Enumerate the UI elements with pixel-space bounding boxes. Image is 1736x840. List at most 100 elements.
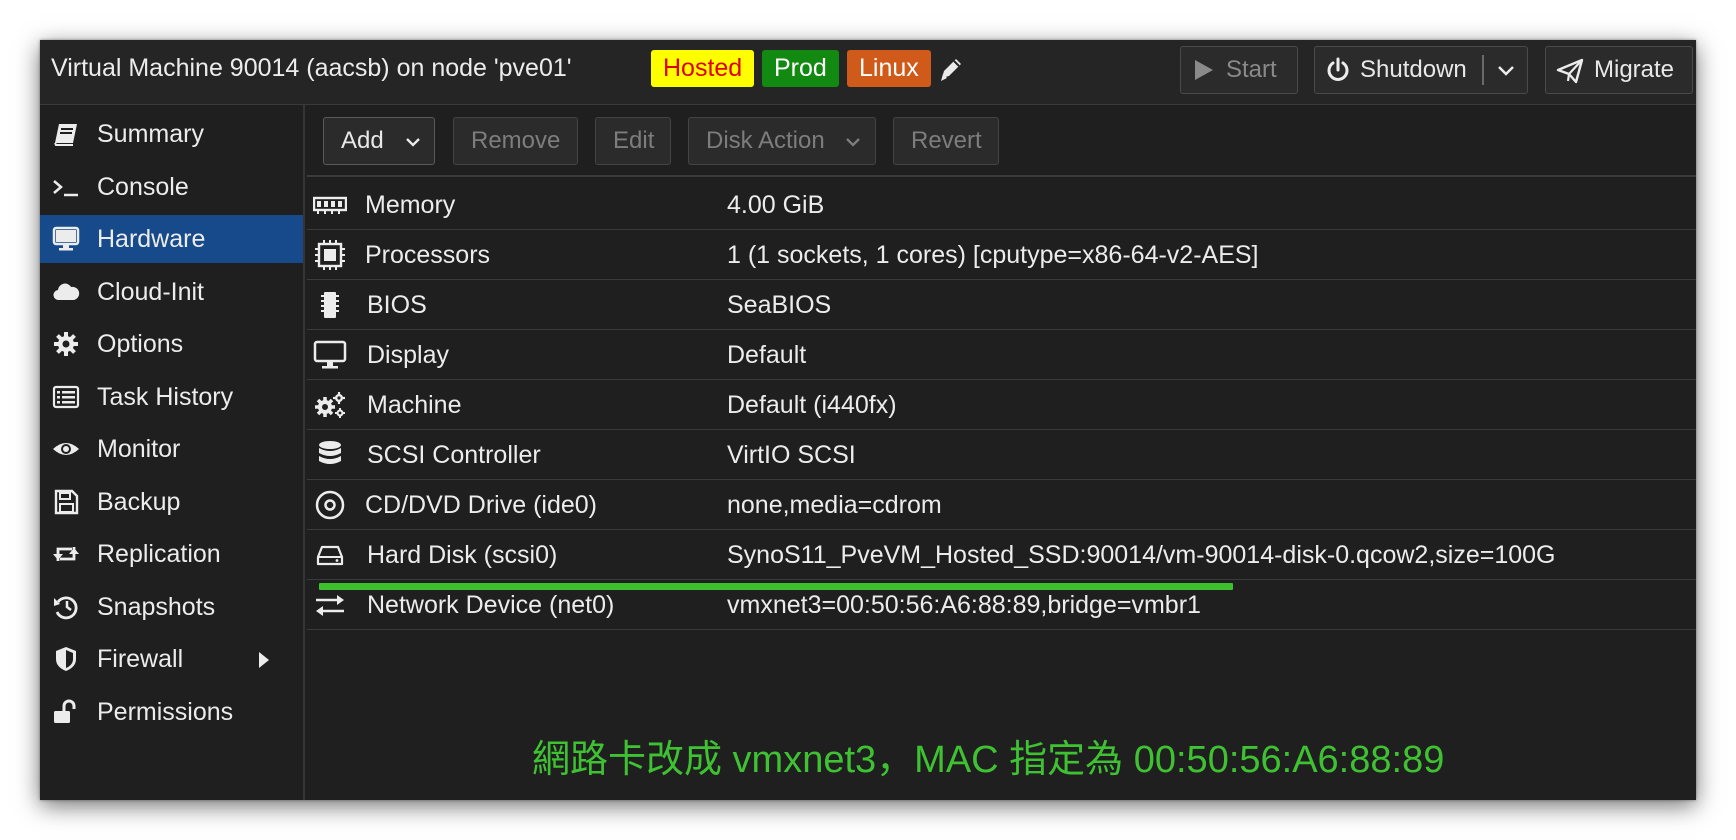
- hardware-value: Default (i440fx): [727, 391, 897, 419]
- sidebar-item-hardware[interactable]: Hardware: [40, 215, 303, 263]
- page-title: Virtual Machine 90014 (aacsb) on node 'p…: [51, 54, 572, 82]
- hardware-panel: Add Remove Edit Disk Action Revert Memor…: [307, 105, 1696, 800]
- cloud-icon: [53, 283, 80, 301]
- hardware-value: VirtIO SCSI: [727, 441, 856, 469]
- disk-action-button-label: Disk Action: [706, 127, 825, 154]
- hardware-value: 1 (1 sockets, 1 cores) [cputype=x86-64-v…: [727, 241, 1259, 269]
- sidebar-item-label: Hardware: [97, 225, 206, 253]
- pencil-icon[interactable]: [938, 54, 964, 84]
- table-row[interactable]: Display Default: [307, 330, 1696, 380]
- sidebar-item-label: Snapshots: [97, 593, 216, 621]
- shutdown-button-label: Shutdown: [1360, 56, 1467, 83]
- remove-button[interactable]: Remove: [453, 117, 578, 165]
- sidebar-item-permissions[interactable]: Permissions: [40, 688, 303, 736]
- table-row[interactable]: BIOS SeaBIOS: [307, 280, 1696, 330]
- tag-prod[interactable]: Prod: [762, 50, 839, 87]
- floppy-icon: [54, 489, 79, 515]
- memory-icon: [313, 196, 347, 214]
- sidebar-item-monitor[interactable]: Monitor: [40, 425, 303, 473]
- hardware-name: SCSI Controller: [367, 441, 541, 469]
- sidebar-item-summary[interactable]: Summary: [40, 110, 303, 158]
- hardware-name: Machine: [367, 391, 462, 419]
- paper-plane-icon: [1556, 58, 1584, 84]
- retweet-icon: [53, 547, 79, 561]
- sidebar-item-label: Task History: [97, 383, 234, 411]
- hardware-value: SeaBIOS: [727, 291, 832, 319]
- hdd-icon: [316, 545, 344, 566]
- sidebar-item-console[interactable]: Console: [40, 163, 303, 211]
- annotation-text: 網路卡改成 vmxnet3，MAC 指定為 00:50:56:A6:88:89: [532, 739, 1445, 781]
- book-icon: [54, 124, 77, 146]
- migrate-button-label: Migrate: [1594, 56, 1675, 83]
- list-icon: [52, 385, 80, 409]
- sidebar-item-replication[interactable]: Replication: [40, 530, 303, 578]
- terminal-icon: [53, 180, 78, 197]
- sidebar-item-label: Backup: [97, 488, 181, 516]
- desktop-icon: [313, 340, 347, 369]
- shield-icon: [56, 647, 76, 671]
- table-row[interactable]: Hard Disk (scsi0) SynoS11_PveVM_Hosted_S…: [307, 530, 1696, 580]
- cdrom-icon: [315, 490, 345, 520]
- hardware-value: none,media=cdrom: [727, 491, 942, 519]
- chevron-down-icon[interactable]: [1497, 65, 1515, 77]
- sidebar-item-options[interactable]: Options: [40, 320, 303, 368]
- add-button-label: Add: [341, 127, 384, 154]
- table-row[interactable]: Memory 4.00 GiB: [307, 180, 1696, 230]
- table-row[interactable]: SCSI Controller VirtIO SCSI: [307, 430, 1696, 480]
- revert-button[interactable]: Revert: [893, 117, 999, 165]
- sidebar: Summary Console Hardware Cloud-Init Opti…: [40, 105, 305, 800]
- gear-icon: [54, 332, 78, 356]
- start-button-label: Start: [1226, 56, 1277, 83]
- sidebar-item-label: Monitor: [97, 435, 181, 463]
- add-button[interactable]: Add: [323, 117, 435, 165]
- microchip-icon: [321, 292, 339, 318]
- edit-button-label: Edit: [613, 127, 655, 154]
- vm-window: Virtual Machine 90014 (aacsb) on node 'p…: [40, 40, 1696, 800]
- power-icon: [1327, 57, 1349, 81]
- edit-button[interactable]: Edit: [595, 117, 671, 165]
- sidebar-item-backup[interactable]: Backup: [40, 478, 303, 526]
- chevron-down-icon: [846, 138, 860, 147]
- table-row[interactable]: CD/DVD Drive (ide0) none,media=cdrom: [307, 480, 1696, 530]
- sidebar-item-label: Options: [97, 330, 184, 358]
- start-button[interactable]: Start: [1180, 46, 1298, 94]
- sidebar-item-snapshots[interactable]: Snapshots: [40, 583, 303, 631]
- hardware-name: Network Device (net0): [367, 591, 615, 619]
- table-row[interactable]: Processors 1 (1 sockets, 1 cores) [cputy…: [307, 230, 1696, 280]
- play-icon: [1195, 60, 1213, 80]
- table-row[interactable]: Machine Default (i440fx): [307, 380, 1696, 430]
- hardware-value: vmxnet3=00:50:56:A6:88:89,bridge=vmbr1: [727, 591, 1201, 619]
- disk-action-button[interactable]: Disk Action: [688, 117, 876, 165]
- sidebar-item-firewall[interactable]: Firewall: [40, 635, 303, 683]
- hardware-value: 4.00 GiB: [727, 191, 825, 219]
- caret-right-icon[interactable]: [258, 651, 270, 669]
- migrate-button[interactable]: Migrate: [1545, 46, 1693, 94]
- remove-button-label: Remove: [471, 127, 561, 154]
- hardware-name: Processors: [365, 241, 491, 269]
- sidebar-item-task-history[interactable]: Task History: [40, 373, 303, 421]
- sidebar-item-label: Permissions: [97, 698, 234, 726]
- tag-linux[interactable]: Linux: [847, 50, 931, 87]
- hardware-name: Hard Disk (scsi0): [367, 541, 558, 569]
- sidebar-item-label: Firewall: [97, 645, 184, 673]
- revert-button-label: Revert: [911, 127, 982, 154]
- tag-hosted[interactable]: Hosted: [651, 50, 755, 87]
- exchange-icon: [316, 595, 344, 616]
- shutdown-button[interactable]: Shutdown: [1314, 46, 1528, 94]
- header-bar: Virtual Machine 90014 (aacsb) on node 'p…: [40, 40, 1696, 105]
- sidebar-item-label: Replication: [97, 540, 221, 568]
- chevron-down-icon: [406, 138, 420, 147]
- hardware-name: BIOS: [367, 291, 427, 319]
- hardware-name: Display: [367, 341, 449, 369]
- history-icon: [54, 596, 78, 620]
- highlight-underline: [319, 583, 1233, 590]
- desktop-icon: [52, 226, 80, 251]
- sidebar-item-cloud-init[interactable]: Cloud-Init: [40, 268, 303, 316]
- hardware-value: SynoS11_PveVM_Hosted_SSD:90014/vm-90014-…: [727, 541, 1556, 569]
- database-icon: [319, 441, 341, 464]
- eye-icon: [53, 443, 79, 455]
- sidebar-item-label: Console: [97, 173, 189, 201]
- unlock-icon: [54, 699, 76, 723]
- hardware-name: CD/DVD Drive (ide0): [365, 491, 597, 519]
- hardware-value: Default: [727, 341, 807, 369]
